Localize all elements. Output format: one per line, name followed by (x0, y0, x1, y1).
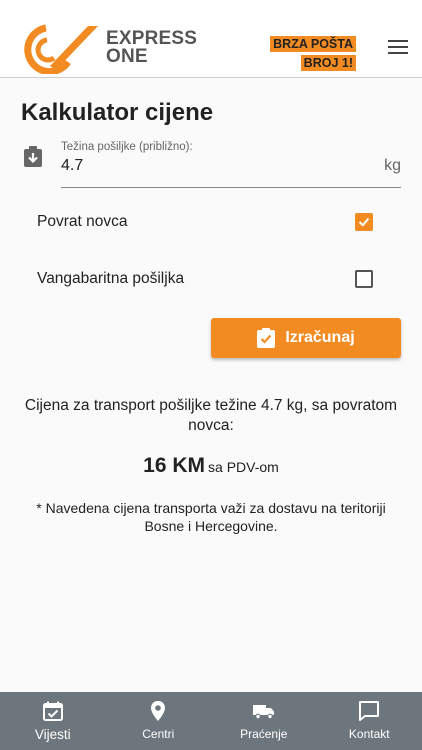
checkmark-icon (358, 217, 370, 227)
weight-input[interactable]: 4.7 kg (61, 156, 401, 188)
tab-label-kontakt: Kontakt (348, 727, 390, 741)
calendar-check-icon (42, 701, 63, 721)
option-label-cash-return: Povrat novca (37, 213, 128, 230)
weight-value: 4.7 (61, 157, 84, 174)
page-title: Kalkulator cijene (21, 99, 214, 126)
calculate-button[interactable]: Izračunaj (211, 318, 401, 358)
tab-centri[interactable]: Centri (106, 692, 212, 750)
oversized-checkbox[interactable] (355, 270, 373, 288)
weight-unit: kg (384, 157, 401, 174)
tab-vijesti[interactable]: Vijesti (0, 692, 106, 750)
app-header: EXPRESS ONE BRZA POŠTA BROJ 1! (0, 0, 422, 78)
bottom-tab-bar: Vijesti Centri Praćenje Kontakt (0, 692, 422, 750)
price-row: 16 KM sa PDV-om (20, 454, 402, 478)
slogan-line-1: BRZA POŠTA (270, 36, 356, 52)
hamburger-menu-icon[interactable] (388, 40, 408, 56)
vat-note: sa PDV-om (208, 459, 279, 475)
tab-pracenje[interactable]: Praćenje (211, 692, 317, 750)
result-description: Cijena za transport pošiljke težine 4.7 … (24, 397, 398, 434)
footnote: * Navedena cijena transporta važi za dos… (36, 500, 386, 534)
location-pin-icon (151, 701, 166, 721)
slogan-line-2: BROJ 1! (300, 55, 356, 71)
express-one-logo (24, 24, 98, 74)
brand-name: EXPRESS ONE (106, 29, 197, 67)
weight-download-icon (24, 146, 42, 167)
slogan: BRZA POŠTA BROJ 1! (270, 35, 356, 73)
chat-bubble-icon (359, 701, 380, 721)
price-amount: 16 KM (143, 454, 206, 477)
tab-label-vijesti: Vijesti (34, 727, 71, 742)
tab-kontakt[interactable]: Kontakt (317, 692, 422, 750)
weight-field-label: Težina pošiljke (približno): (61, 141, 193, 153)
option-label-oversized: Vangabaritna pošiljka (37, 270, 185, 287)
cash-return-checkbox[interactable] (355, 213, 373, 231)
tab-label-centri: Centri (142, 727, 175, 741)
clipboard-check-icon (257, 328, 276, 348)
tab-label-pracenje: Praćenje (240, 727, 288, 741)
truck-icon (252, 705, 274, 720)
brand-line-2: ONE (106, 46, 148, 67)
calculate-button-label: Izračunaj (285, 329, 355, 346)
